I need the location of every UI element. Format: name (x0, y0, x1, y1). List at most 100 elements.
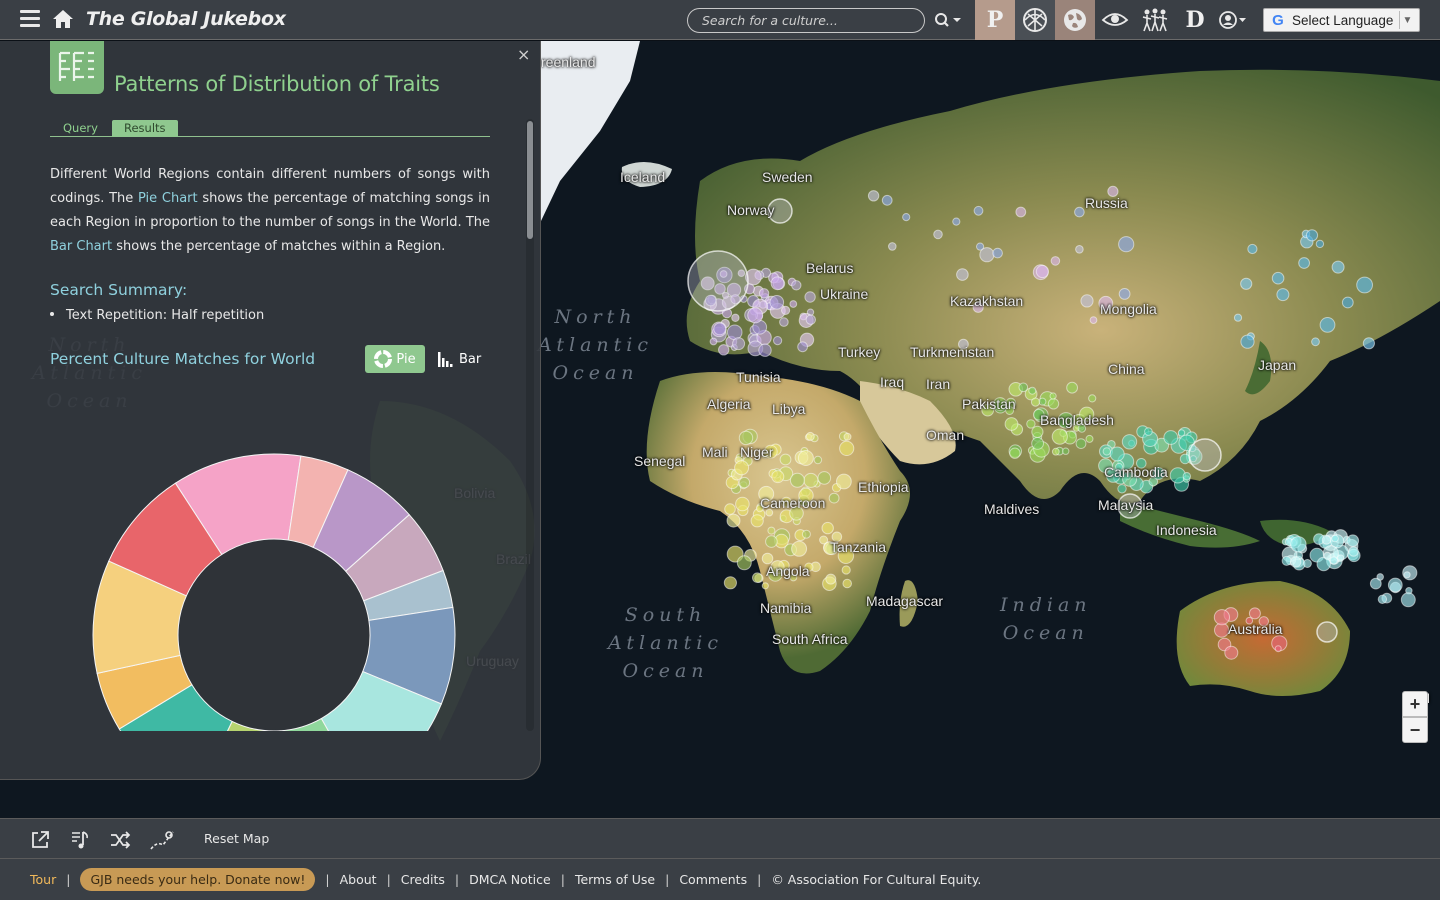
culture-marker[interactable] (933, 229, 943, 240)
culture-marker[interactable] (1050, 256, 1061, 266)
culture-marker[interactable] (767, 526, 776, 535)
culture-marker[interactable] (758, 343, 772, 357)
journey-icon[interactable] (149, 829, 175, 851)
app-title[interactable]: The Global Jukebox (86, 8, 286, 30)
pie-view-button[interactable]: Pie (365, 345, 425, 373)
bar-chart-link[interactable]: Bar Chart (50, 239, 112, 254)
culture-marker[interactable] (1018, 382, 1029, 393)
culture-marker[interactable] (843, 432, 852, 441)
culture-marker[interactable] (1026, 419, 1036, 429)
shuffle-icon[interactable] (109, 829, 131, 851)
culture-marker[interactable] (747, 307, 764, 324)
culture-marker[interactable] (713, 322, 727, 336)
culture-marker[interactable] (687, 250, 749, 312)
culture-marker[interactable] (1109, 446, 1125, 462)
culture-marker[interactable] (1316, 621, 1338, 643)
culture-marker[interactable] (1319, 317, 1336, 333)
culture-marker[interactable] (1400, 592, 1416, 608)
culture-marker[interactable] (867, 190, 880, 202)
phonotactics-button[interactable]: P (975, 0, 1015, 40)
pie-chart-link[interactable]: Pie Chart (138, 191, 198, 206)
culture-marker[interactable] (1049, 392, 1057, 400)
culture-marker[interactable] (1163, 430, 1179, 445)
culture-marker[interactable] (1331, 534, 1339, 543)
culture-marker[interactable] (1387, 577, 1403, 593)
culture-marker[interactable] (765, 535, 778, 548)
culture-marker[interactable] (1051, 428, 1068, 445)
culture-marker[interactable] (1362, 337, 1376, 350)
dance-button[interactable] (1015, 0, 1055, 40)
culture-marker[interactable] (1117, 484, 1127, 494)
user-account-button[interactable] (1215, 0, 1251, 40)
culture-marker[interactable] (789, 472, 805, 488)
culture-marker[interactable] (1224, 645, 1239, 660)
culture-marker[interactable] (1088, 394, 1097, 403)
culture-marker[interactable] (735, 496, 750, 512)
culture-marker[interactable] (718, 344, 730, 356)
culture-marker[interactable] (734, 460, 750, 476)
culture-marker[interactable] (1276, 288, 1290, 302)
culture-search-input[interactable] (687, 8, 925, 33)
culture-marker[interactable] (1121, 434, 1138, 450)
culture-marker[interactable] (738, 430, 754, 446)
external-link-icon[interactable] (29, 829, 51, 851)
culture-marker[interactable] (881, 194, 893, 206)
culture-marker[interactable] (801, 529, 811, 539)
culture-marker[interactable] (797, 341, 808, 353)
culture-marker[interactable] (1118, 288, 1131, 300)
culture-marker[interactable] (1035, 264, 1050, 279)
culture-marker[interactable] (1281, 555, 1292, 566)
home-icon[interactable] (52, 8, 74, 30)
culture-marker[interactable] (973, 205, 984, 216)
culture-marker[interactable] (1089, 316, 1098, 325)
culture-marker[interactable] (1004, 417, 1019, 431)
culture-marker[interactable] (1377, 594, 1388, 604)
cantometrics-button[interactable] (1135, 0, 1175, 40)
culture-marker[interactable] (752, 572, 763, 584)
culture-marker[interactable] (1337, 554, 1345, 562)
culture-marker[interactable] (1031, 437, 1044, 450)
culture-marker[interactable] (770, 276, 785, 291)
culture-marker[interactable] (1302, 559, 1312, 568)
culture-marker[interactable] (841, 565, 851, 575)
tour-link[interactable]: Tour (30, 872, 56, 887)
terms-link[interactable]: Terms of Use (575, 872, 655, 887)
culture-marker[interactable] (1346, 534, 1360, 548)
culture-marker[interactable] (724, 503, 736, 515)
culture-marker[interactable] (723, 576, 738, 590)
culture-marker[interactable] (1074, 206, 1085, 218)
culture-marker[interactable] (805, 431, 815, 441)
culture-marker[interactable] (731, 313, 740, 322)
culture-marker[interactable] (1062, 447, 1070, 455)
culture-marker[interactable] (1331, 260, 1345, 274)
culture-marker[interactable] (1177, 429, 1186, 437)
credits-link[interactable]: Credits (401, 872, 445, 887)
culture-marker[interactable] (1290, 556, 1302, 568)
dmca-link[interactable]: DMCA Notice (469, 872, 551, 887)
culture-marker[interactable] (1248, 607, 1261, 620)
culture-marker[interactable] (1233, 313, 1243, 322)
culture-marker[interactable] (1102, 447, 1112, 456)
d-button[interactable]: D (1175, 0, 1215, 40)
culture-marker[interactable] (836, 473, 852, 490)
culture-marker[interactable] (1271, 271, 1285, 285)
playlist-icon[interactable] (69, 829, 91, 851)
culture-marker[interactable] (1348, 546, 1359, 557)
culture-marker[interactable] (1030, 397, 1041, 407)
language-select[interactable]: G Select Language ▼ (1263, 8, 1420, 32)
zoom-out-button[interactable]: − (1402, 717, 1428, 743)
culture-marker[interactable] (805, 314, 816, 325)
culture-marker[interactable] (789, 300, 798, 308)
culture-marker[interactable] (888, 242, 897, 251)
culture-marker[interactable] (1376, 573, 1384, 581)
culture-marker[interactable] (1118, 236, 1135, 253)
about-link[interactable]: About (340, 872, 377, 887)
culture-marker[interactable] (1315, 239, 1325, 249)
culture-marker[interactable] (791, 280, 802, 291)
culture-marker[interactable] (952, 217, 961, 226)
bar-view-button[interactable]: Bar (437, 345, 487, 373)
tab-results[interactable]: Results (112, 120, 178, 137)
culture-marker[interactable] (1075, 245, 1084, 254)
culture-marker[interactable] (1075, 438, 1087, 450)
panel-scrollbar-thumb[interactable] (527, 121, 533, 239)
